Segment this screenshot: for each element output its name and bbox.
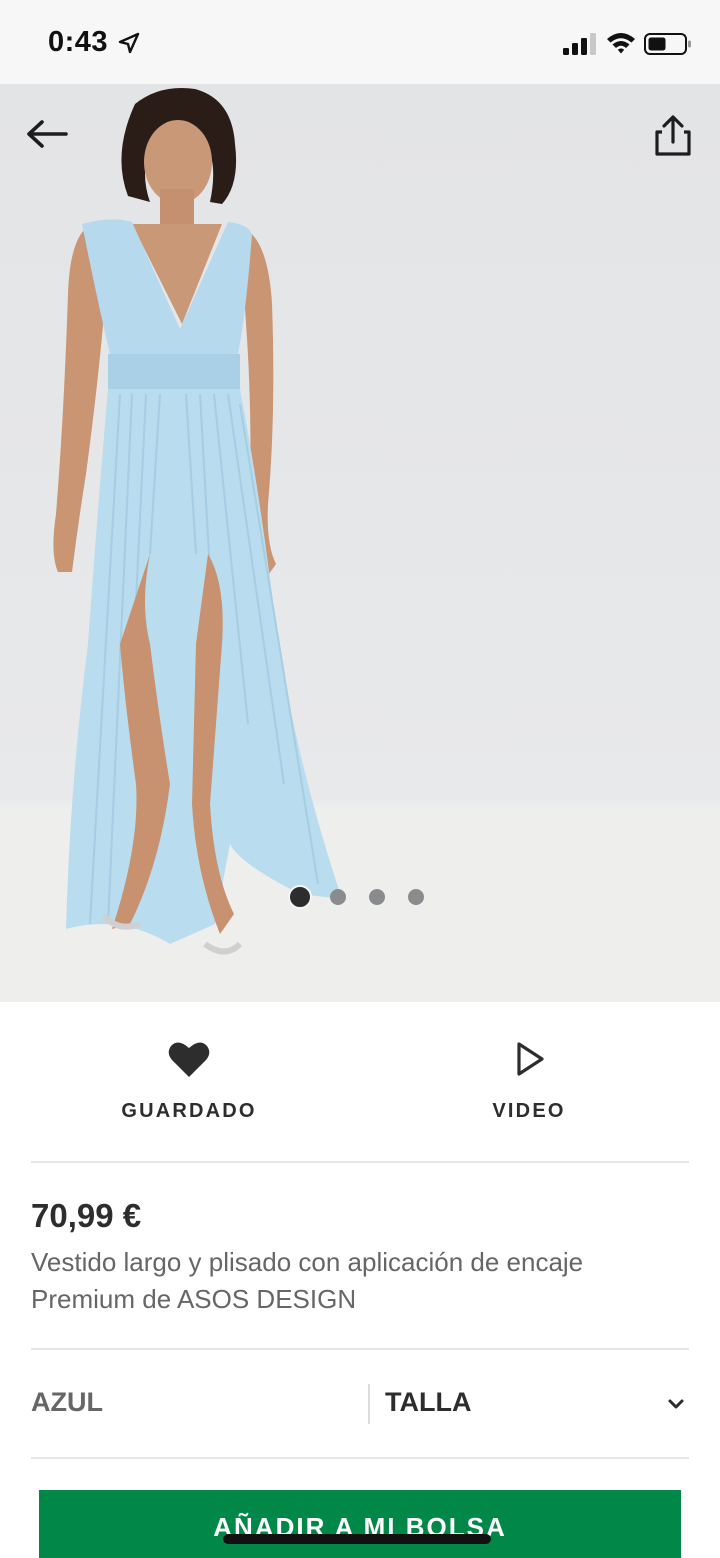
model-illustration xyxy=(0,88,720,1002)
size-label: TALLA xyxy=(385,1387,472,1417)
add-to-bag-button[interactable]: AÑADIR A MI BOLSA xyxy=(39,1490,681,1558)
divider xyxy=(31,1457,689,1459)
size-dropdown[interactable]: TALLA xyxy=(384,1374,694,1434)
heart-icon xyxy=(168,1042,210,1077)
product-price: 70,99 € xyxy=(31,1197,142,1234)
play-icon xyxy=(517,1042,544,1076)
pagination-dot[interactable] xyxy=(369,889,385,905)
pagination-dot-active[interactable] xyxy=(288,885,312,909)
status-time: 0:43 xyxy=(48,26,109,58)
options-separator xyxy=(368,1384,370,1424)
save-label: GUARDADO xyxy=(121,1100,257,1122)
wifi-icon xyxy=(607,33,635,54)
status-bar: 0:43 xyxy=(0,0,720,84)
video-button[interactable]: VIDEO xyxy=(399,1032,659,1142)
location-arrow-icon xyxy=(118,32,140,54)
pagination-dot[interactable] xyxy=(408,889,424,905)
pagination-dot[interactable] xyxy=(330,889,346,905)
cellular-signal-icon xyxy=(563,33,596,55)
save-button[interactable]: GUARDADO xyxy=(59,1032,319,1142)
home-indicator xyxy=(223,1534,491,1544)
product-title: Vestido largo y plisado con aplicación d… xyxy=(31,1247,584,1314)
divider xyxy=(31,1161,689,1163)
battery-icon xyxy=(644,33,691,55)
product-image[interactable] xyxy=(0,84,720,1002)
chevron-down-icon xyxy=(668,1399,684,1409)
video-label: VIDEO xyxy=(492,1100,566,1122)
divider xyxy=(31,1348,689,1350)
back-arrow-icon[interactable] xyxy=(24,114,70,154)
color-value: AZUL xyxy=(31,1387,103,1417)
share-icon[interactable] xyxy=(652,114,694,158)
image-pagination[interactable] xyxy=(288,884,447,910)
